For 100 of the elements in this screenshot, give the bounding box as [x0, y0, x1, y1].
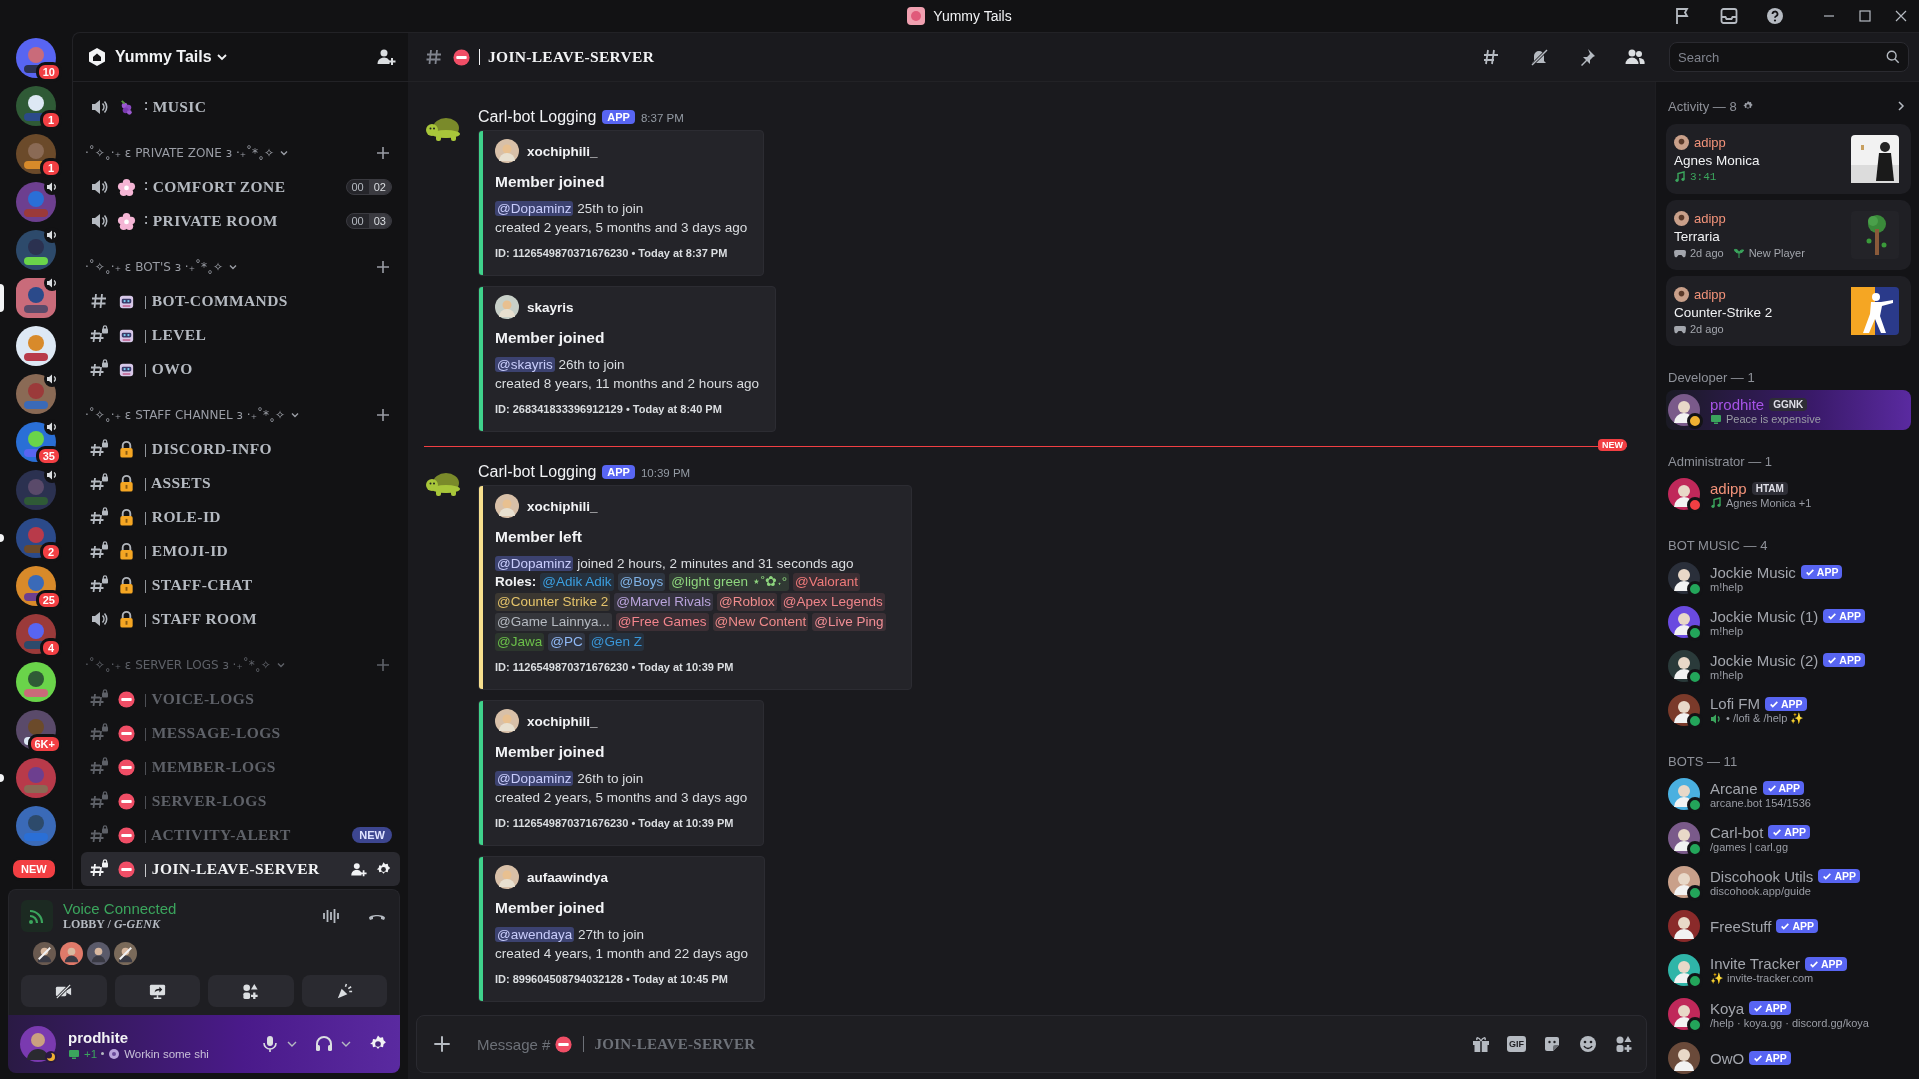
server-icon[interactable]: [16, 326, 56, 366]
role-mention[interactable]: @Adik Adik: [540, 573, 614, 591]
embed-author[interactable]: skayris: [527, 299, 574, 315]
activities-button[interactable]: [208, 975, 294, 1007]
user-mention[interactable]: @Dopaminz: [495, 201, 574, 216]
server-icon[interactable]: [16, 134, 56, 174]
activity-user[interactable]: adipp: [1694, 211, 1726, 226]
member-name[interactable]: Invite Tracker: [1710, 955, 1801, 972]
username[interactable]: prodhite: [68, 1028, 209, 1046]
chevron-down-icon[interactable]: [215, 51, 228, 63]
channel-item[interactable]: | JOIN-LEAVE-SERVER: [81, 852, 400, 886]
channel-item[interactable]: | BOT-COMMANDS: [81, 284, 400, 318]
threads-icon[interactable]: [1481, 47, 1501, 67]
help-icon[interactable]: [1765, 6, 1785, 26]
server-icon[interactable]: [16, 86, 56, 126]
server-icon[interactable]: [16, 518, 56, 558]
channel-item[interactable]: | OWO: [81, 352, 400, 386]
avatar[interactable]: [1668, 910, 1700, 942]
role-mention[interactable]: @Game Lainnya...: [495, 613, 612, 631]
role-mention[interactable]: @New Content: [712, 613, 809, 631]
embed-author[interactable]: xochiphili_: [527, 498, 598, 514]
member-name[interactable]: Carl-bot: [1710, 823, 1764, 841]
server-icon[interactable]: [16, 662, 56, 702]
role-mention[interactable]: @Jawa: [495, 633, 545, 651]
add-attachment-icon[interactable]: [431, 1033, 453, 1055]
channel-item[interactable]: | ROLE-ID: [81, 500, 400, 534]
member-name[interactable]: Jockie Music (1): [1710, 607, 1819, 625]
sticker-icon[interactable]: [1542, 1034, 1562, 1054]
chevron-right-icon[interactable]: [1895, 100, 1907, 112]
member-name[interactable]: Arcane: [1710, 779, 1758, 797]
inbox-icon[interactable]: [1719, 6, 1739, 26]
channel-item[interactable]: ∶ MUSIC: [81, 90, 400, 124]
role-mention[interactable]: @Free Games: [615, 613, 709, 631]
channel-item[interactable]: ∶ COMFORT ZONE 00 02: [81, 170, 400, 204]
voice-status[interactable]: Voice Connected: [63, 900, 177, 917]
category-label[interactable]: ‧˚✧˳‧₊ ɛ BOT'S ɜ ‧₊˚*˳✧: [85, 260, 224, 274]
gift-icon[interactable]: [1471, 1034, 1491, 1054]
channel-item[interactable]: | EMOJI-ID: [81, 534, 400, 568]
add-member-icon[interactable]: [376, 47, 396, 67]
embed-author[interactable]: xochiphili_: [527, 143, 598, 159]
headphones-icon[interactable]: [314, 1034, 334, 1054]
channel-item[interactable]: | LEVEL: [81, 318, 400, 352]
add-channel-icon[interactable]: [376, 260, 390, 274]
apps-icon[interactable]: [1614, 1034, 1634, 1054]
server-icon[interactable]: [16, 182, 56, 222]
member-name[interactable]: OwO: [1710, 1049, 1745, 1067]
bell-off-icon[interactable]: [1529, 47, 1549, 67]
member-name[interactable]: Koya: [1710, 999, 1745, 1017]
channel-item[interactable]: | STAFF-CHAT: [81, 568, 400, 602]
member-name[interactable]: Discohook Utils: [1710, 867, 1814, 885]
activity-card[interactable]: adipp Terraria 2d ago New Player: [1666, 200, 1911, 270]
add-channel-icon[interactable]: [376, 408, 390, 422]
category-label[interactable]: ‧˚✧˳‧₊ ɛ STAFF CHANNEL ɜ ‧₊˚*˳✧: [85, 408, 286, 422]
user-mention[interactable]: @Dopaminz: [495, 771, 574, 786]
server-icon[interactable]: [16, 470, 56, 510]
category-label[interactable]: ‧˚✧˳‧₊ ɛ PRIVATE ZONE ɜ ‧₊˚*˳✧: [85, 146, 275, 160]
channel-item[interactable]: | STAFF ROOM: [81, 602, 400, 636]
embed-author[interactable]: aufaawindya: [527, 869, 609, 885]
member-nameplate[interactable]: prodhite GGNK Peace is expensive: [1666, 390, 1911, 430]
author-name[interactable]: Carl-bot Logging: [478, 108, 597, 126]
member-name[interactable]: prodhite: [1710, 395, 1765, 413]
server-name[interactable]: Yummy Tails: [115, 48, 212, 66]
gif-button[interactable]: GIF: [1507, 1036, 1526, 1052]
activity-card[interactable]: adipp Agnes Monica 3:41: [1666, 124, 1911, 194]
member-name[interactable]: Jockie Music (2): [1710, 651, 1819, 669]
member-name[interactable]: Jockie Music: [1710, 563, 1796, 581]
server-icon[interactable]: [16, 278, 56, 318]
role-mention[interactable]: @Marvel Rivals: [614, 593, 713, 611]
channel-item[interactable]: | DISCORD-INFO: [81, 432, 400, 466]
soundboard-button[interactable]: [301, 975, 387, 1007]
participant-avatar[interactable]: [114, 942, 137, 965]
activity-user[interactable]: adipp: [1694, 287, 1726, 302]
activity-card[interactable]: adipp Counter-Strike 2 2d ago: [1666, 276, 1911, 346]
member-name[interactable]: Lofi FM: [1710, 695, 1760, 712]
member-name[interactable]: adipp: [1710, 479, 1747, 497]
server-icon[interactable]: [16, 374, 56, 414]
user-mention[interactable]: @awendaya: [495, 927, 575, 942]
server-icon[interactable]: [16, 230, 56, 270]
role-mention[interactable]: @light green ⋆˚✿˖°: [669, 573, 790, 591]
microphone-icon[interactable]: [260, 1034, 280, 1054]
emoji-icon[interactable]: [1578, 1034, 1598, 1054]
member-name[interactable]: FreeStuff: [1710, 917, 1772, 935]
participant-avatar[interactable]: [60, 942, 83, 965]
role-mention[interactable]: @Gen Z: [588, 633, 644, 651]
avatar[interactable]: [18, 1024, 58, 1064]
author-name[interactable]: Carl-bot Logging: [478, 463, 597, 481]
soundboard-icon[interactable]: [321, 906, 341, 926]
role-mention[interactable]: @Counter Strike 2: [495, 593, 611, 611]
add-channel-icon[interactable]: [376, 146, 390, 160]
participant-avatar[interactable]: [87, 942, 110, 965]
avatar[interactable]: [1668, 1042, 1700, 1074]
channel-item[interactable]: | ASSETS: [81, 466, 400, 500]
role-mention[interactable]: @Boys: [617, 573, 666, 591]
role-mention[interactable]: @Valorant: [793, 573, 861, 591]
camera-off-button[interactable]: [21, 975, 107, 1007]
role-mention[interactable]: @Apex Legends: [780, 593, 885, 611]
activity-user[interactable]: adipp: [1694, 135, 1726, 150]
screen-share-button[interactable]: [114, 975, 200, 1007]
role-mention[interactable]: @PC: [548, 633, 585, 651]
add-member-icon[interactable]: [350, 860, 367, 878]
